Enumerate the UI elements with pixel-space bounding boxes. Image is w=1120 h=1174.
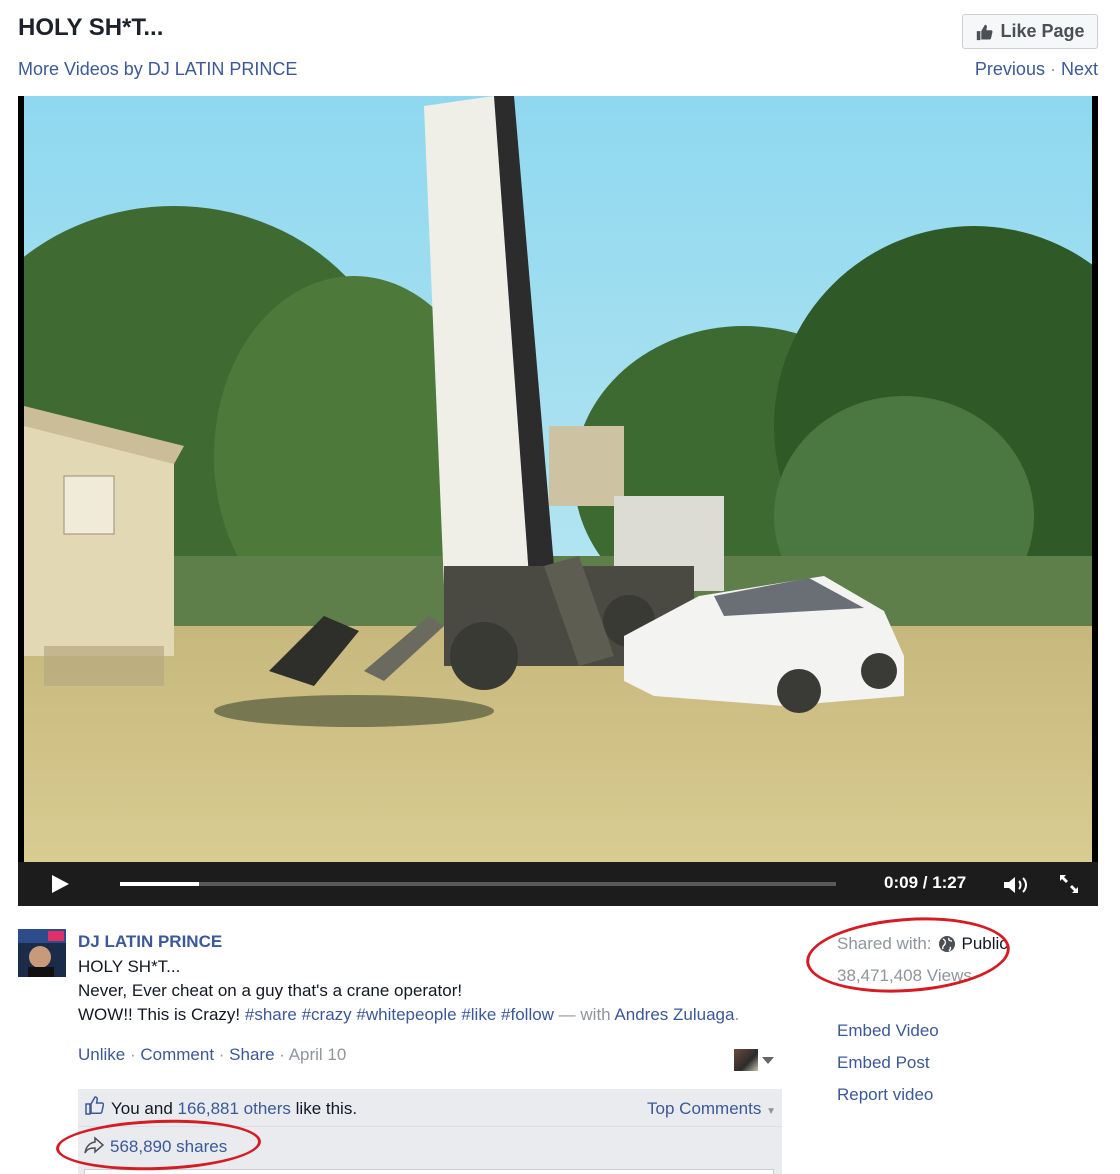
shares-count-link[interactable]: 568,890 shares	[110, 1137, 227, 1157]
embed-video-link[interactable]: Embed Video	[837, 1021, 939, 1040]
page-title: HOLY SH*T...	[18, 14, 164, 41]
post-text: WOW!! This is Crazy!	[78, 1005, 245, 1024]
time-display: 0:09 / 1:27	[884, 873, 967, 892]
side-links: Embed Video Embed Post Report video	[837, 1021, 939, 1117]
prev-next-nav: Previous · Next	[975, 59, 1098, 80]
more-videos-link[interactable]: More Videos by DJ LATIN PRINCE	[18, 59, 297, 80]
video-frame[interactable]	[24, 96, 1092, 862]
globe-icon	[938, 936, 955, 952]
comment-link[interactable]: Comment	[140, 1045, 214, 1064]
top-comments-dropdown[interactable]: Top Comments ▼	[647, 1099, 776, 1119]
post-author-link[interactable]: DJ LATIN PRINCE	[78, 932, 222, 952]
volume-icon[interactable]	[1002, 874, 1030, 896]
like-page-label: Like Page	[1000, 21, 1085, 41]
chevron-down-icon	[762, 1056, 774, 1064]
hashtag-link[interactable]: #share	[245, 1005, 297, 1024]
hashtag-link[interactable]: #whitepeople	[356, 1005, 456, 1024]
view-count: 38,471,408 Views	[837, 966, 972, 985]
thumbs-up-icon	[85, 1096, 104, 1115]
post-date: April 10	[288, 1045, 347, 1064]
ufi-panel: You and 166,881 others like this. Top Co…	[78, 1089, 782, 1174]
action-separator: ·	[274, 1045, 289, 1064]
report-video-link[interactable]: Report video	[837, 1085, 933, 1104]
post-actions: Unlike · Comment · Share · April 10	[78, 1045, 346, 1065]
post-text-line: WOW!! This is Crazy! #share #crazy #whit…	[78, 1005, 739, 1025]
shared-with-label: Shared with:	[837, 934, 932, 953]
with-end: .	[734, 1005, 740, 1024]
embed-post-link[interactable]: Embed Post	[837, 1053, 930, 1072]
thumbs-up-icon	[977, 24, 993, 40]
progress-fill	[120, 882, 199, 886]
likes-summary: You and 166,881 others like this.	[111, 1099, 357, 1119]
comment-box[interactable]	[84, 1169, 774, 1174]
fullscreen-icon[interactable]	[1058, 873, 1080, 895]
hashtag-link[interactable]: #like	[461, 1005, 496, 1024]
next-link[interactable]: Next	[1061, 59, 1098, 79]
likes-suffix: like this.	[290, 1099, 358, 1118]
like-page-button[interactable]: Like Page	[962, 14, 1098, 49]
share-arrow-icon	[84, 1136, 105, 1154]
with-text: — with	[553, 1005, 615, 1024]
share-link[interactable]: Share	[229, 1045, 274, 1064]
progress-bar[interactable]	[120, 882, 836, 886]
action-separator: ·	[125, 1045, 141, 1064]
chevron-down-icon: ▼	[766, 1106, 776, 1117]
likes-row: You and 166,881 others like this. Top Co…	[78, 1089, 782, 1127]
tagged-person-link[interactable]: Andres Zuluaga	[614, 1005, 734, 1024]
video-player[interactable]: 0:09 / 1:27	[18, 96, 1098, 906]
likes-prefix: You and	[111, 1099, 178, 1118]
shared-with: Shared with: Public	[837, 934, 1008, 954]
top-comments-label: Top Comments	[647, 1099, 762, 1118]
post-title: HOLY SH*T...	[78, 957, 181, 976]
share-as-selector[interactable]	[734, 1048, 780, 1072]
profile-thumbnail	[734, 1049, 758, 1071]
unlike-link[interactable]: Unlike	[78, 1045, 125, 1064]
hashtag-link[interactable]: #crazy	[302, 1005, 352, 1024]
audience-label: Public	[961, 934, 1008, 953]
video-controls: 0:09 / 1:27	[18, 862, 1098, 906]
nav-separator: ·	[1049, 59, 1056, 79]
previous-link[interactable]: Previous	[975, 59, 1045, 79]
hashtag-link[interactable]: #follow	[501, 1005, 554, 1024]
avatar[interactable]	[18, 929, 66, 977]
play-icon[interactable]	[52, 875, 69, 893]
action-separator: ·	[214, 1045, 230, 1064]
likes-others-link[interactable]: 166,881 others	[178, 1099, 291, 1118]
post-text-line: Never, Ever cheat on a guy that's a cran…	[78, 981, 463, 1000]
shares-row: 568,890 shares	[78, 1128, 782, 1174]
